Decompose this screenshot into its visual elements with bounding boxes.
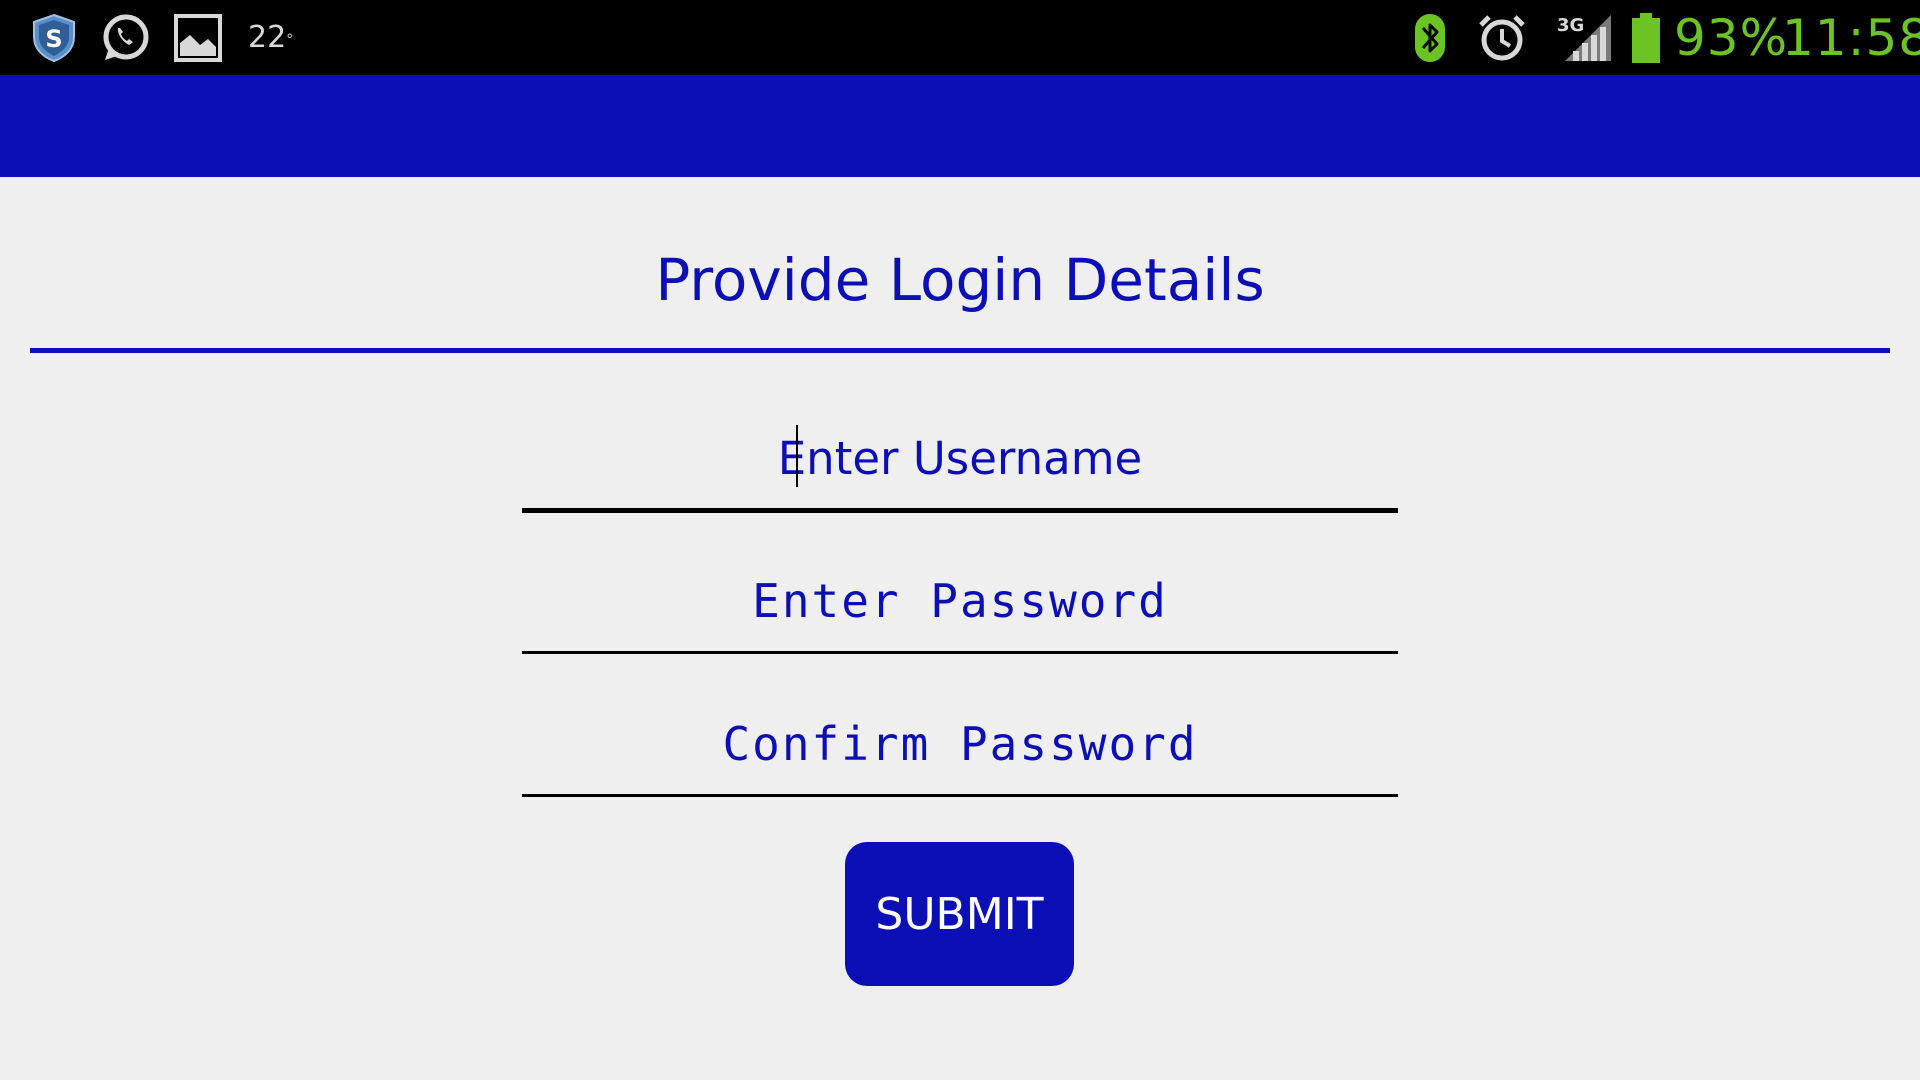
page-title: Provide Login Details [655, 246, 1265, 314]
title-divider [30, 348, 1890, 353]
shield-icon: S [28, 10, 80, 66]
confirm-password-input[interactable] [522, 696, 1398, 792]
bluetooth-icon [1412, 10, 1448, 66]
app-screen: S 22° 3G 93% 11:58 Provide Login Details… [0, 0, 1920, 1080]
battery-icon [1628, 10, 1664, 66]
temperature-indicator: 22° [248, 16, 293, 60]
battery-percent: 93% [1674, 9, 1789, 67]
confirm-password-underline [522, 794, 1398, 797]
status-bar: S 22° 3G 93% 11:58 [0, 0, 1920, 75]
username-underline [522, 508, 1398, 513]
svg-text:S: S [45, 25, 62, 53]
clock: 11:58 [1782, 9, 1920, 67]
whatsapp-icon [98, 10, 152, 66]
password-input[interactable] [522, 553, 1398, 649]
alarm-icon [1474, 10, 1530, 66]
password-underline [522, 651, 1398, 654]
network-type-label: 3G [1557, 15, 1584, 36]
username-input[interactable] [522, 410, 1398, 506]
action-bar [0, 75, 1920, 177]
temperature-value: 22 [248, 20, 287, 55]
signal-icon: 3G [1554, 10, 1616, 66]
temperature-unit: ° [286, 32, 294, 48]
submit-button[interactable]: SUBMIT [845, 842, 1074, 986]
text-cursor [796, 425, 798, 487]
gallery-icon [172, 10, 224, 66]
